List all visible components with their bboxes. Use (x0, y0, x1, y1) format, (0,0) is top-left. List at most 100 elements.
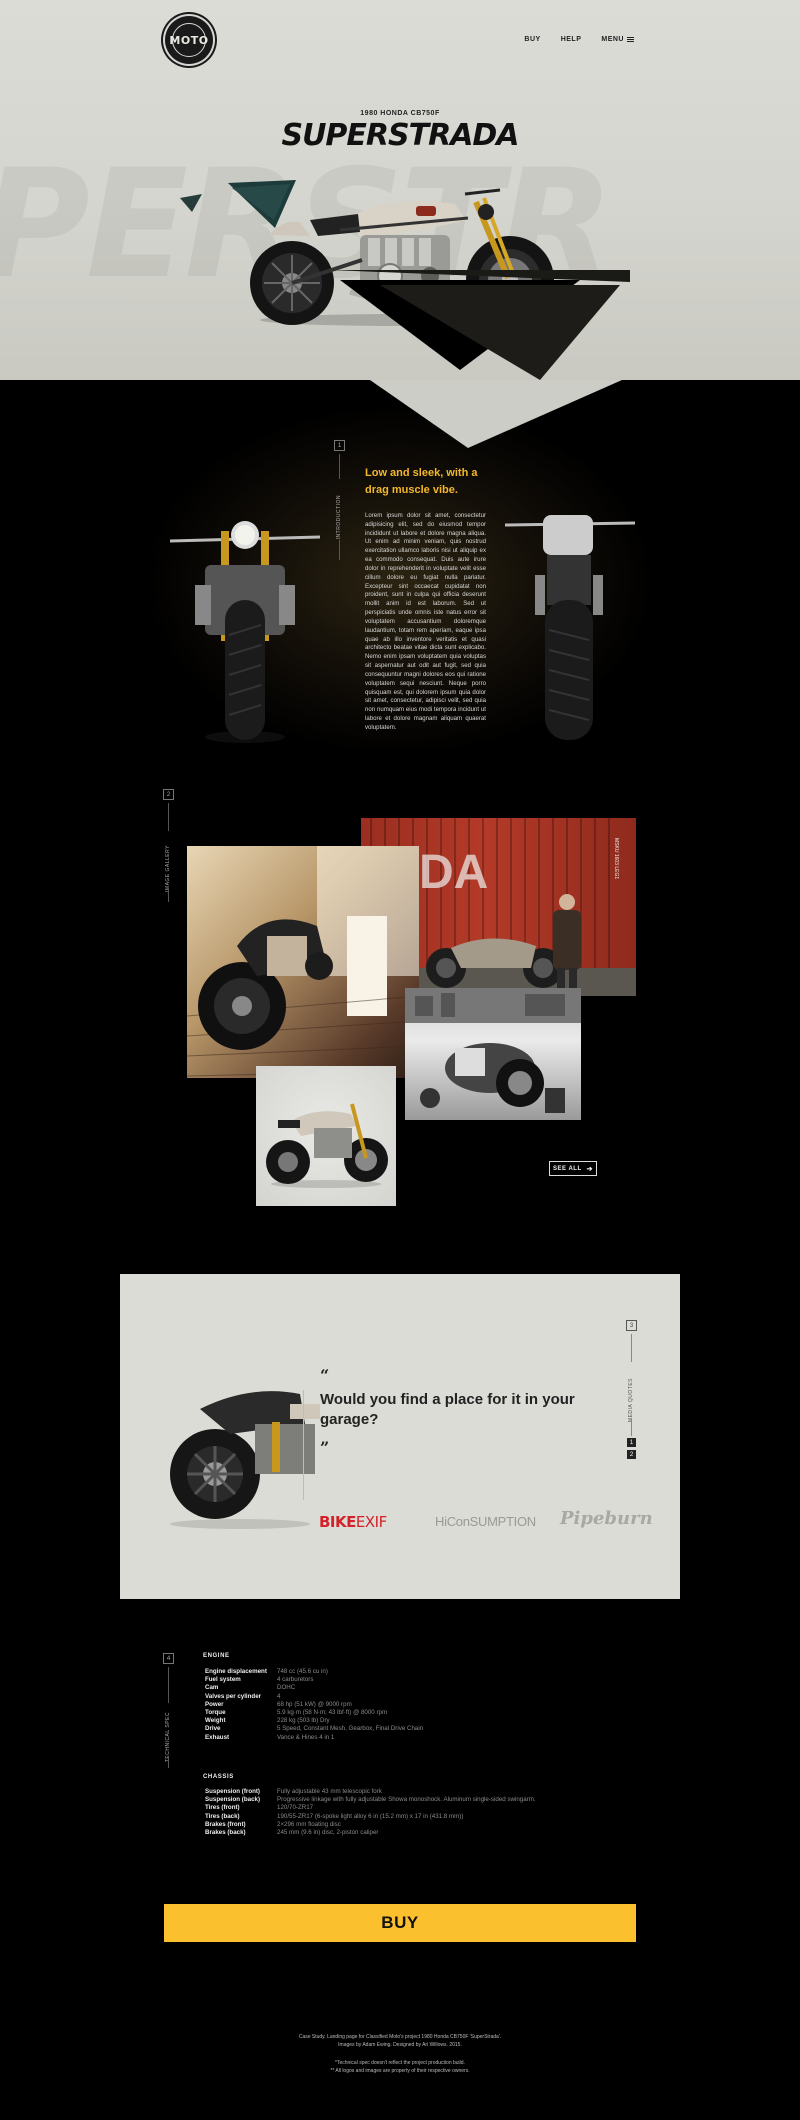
gallery-divider-line-lower (168, 890, 169, 902)
nav-buy-link[interactable]: BUY (524, 36, 540, 43)
quote-open-mark: “ (320, 1366, 330, 1385)
spec-value: 5 Speed, Constant Mesh, Gearbox, Final D… (277, 1725, 424, 1733)
spec-value: 120/70-ZR17 (277, 1804, 314, 1812)
spec-row: Power 68 hp (51 kW) @ 9000 rpm (205, 1701, 352, 1708)
spec-value: 245 mm (9.6 in) disc, 2-piston caliper (277, 1829, 379, 1836)
spec-value: 68 hp (51 kW) @ 9000 rpm (277, 1700, 352, 1708)
container-code: MSKU 1603 LEG1 (613, 838, 619, 879)
spec-key: Brakes (back) (205, 1829, 246, 1836)
intro-section-number: 1 (334, 440, 345, 451)
spec-value: 2×296 mm floating disc (277, 1820, 341, 1828)
footer-line-3: *Technical spec doesn't reflect the proj… (335, 2060, 465, 2066)
bikeexif-logo-light: EXIF (355, 1513, 387, 1531)
hero-dark-wedge (380, 285, 620, 380)
spec-key: Torque (205, 1709, 226, 1716)
spec-key: Suspension (back) (205, 1796, 261, 1804)
spec-key: Cam (205, 1684, 219, 1692)
spec-row: Weight 228 kg (503 lb) Dry (205, 1717, 330, 1724)
see-all-button[interactable]: SEE ALL ➔ (549, 1161, 597, 1176)
spec-value: Progressive linkage with fully adjustabl… (277, 1796, 536, 1804)
spec-value: DOHC (277, 1684, 296, 1692)
spec-value: Vance & Hines 4 in 1 (277, 1733, 335, 1741)
photo-garage-scene (187, 846, 419, 1077)
quote-motorcycle-image (170, 1391, 320, 1529)
specs-divider-line-lower (168, 1758, 169, 1768)
gallery-photo-garage[interactable] (187, 846, 419, 1078)
intro-heading: Low and sleek, with a drag muscle vibe. (365, 467, 478, 496)
hero-light-triangle (370, 380, 622, 448)
spec-row: Suspension (back) Progressive linkage wit… (205, 1796, 536, 1803)
spec-row: Brakes (back) 245 mm (9.6 in) disc, 2-pis… (205, 1829, 378, 1836)
quote-section-label: MEDIA QUOTES (628, 1378, 634, 1423)
logo-text: MOTO (169, 33, 209, 47)
moto-logo[interactable]: MOTO (165, 16, 213, 64)
arrow-right-icon: ➔ (586, 1165, 593, 1173)
nav-help-link[interactable]: HELP (561, 36, 582, 43)
spec-row: Suspension (front) Fully adjustable 43 mm… (205, 1788, 382, 1795)
hamburger-icon (627, 37, 634, 42)
gallery-photo-workshop[interactable] (405, 988, 581, 1120)
hero-title: SUPERSTRADA (281, 118, 519, 153)
specs-divider-line (168, 1667, 169, 1703)
spec-key: Engine displacement (205, 1668, 267, 1675)
intro-section-label: INTRODUCTION (336, 495, 342, 540)
buy-button[interactable]: BUY (164, 1904, 636, 1942)
bikeexif-logo-bold: BIKE (319, 1513, 356, 1531)
spec-row: Fuel system 4 carburetors (205, 1676, 313, 1683)
spec-value: 5.9 kg·m (58 N·m; 43 lbf·ft) @ 8000 rpm (277, 1709, 388, 1716)
quote-text: Would you find a place for it in your ga… (320, 1391, 575, 1428)
footer-line-4: ** All logos and images are property of … (330, 2068, 470, 2074)
motorcycle-rear-view-image (505, 515, 635, 740)
quote-section-number: 3 (626, 1320, 637, 1331)
top-nav: BUY HELP MENU (524, 36, 634, 43)
quote-vertical-line-lower (631, 1418, 632, 1436)
hiconsumption-logo-prefix: Hi (435, 1514, 447, 1529)
spec-value: 190/55-ZR17 (6-spoke light alloy 6 in (1… (277, 1812, 464, 1820)
spec-row: Drive 5 Speed, Constant Mesh, Gearbox, Fi… (205, 1725, 423, 1732)
pipeburn-logo[interactable]: Pipeburn (560, 1508, 653, 1529)
photo-workshop-scene (405, 988, 581, 1113)
spec-key: Tires (back) (205, 1812, 240, 1820)
nav-menu-button[interactable]: MENU (601, 36, 634, 43)
chassis-title: CHASSIS (203, 1774, 234, 1780)
spec-value: 748 cc (45.6 cu in) (277, 1668, 328, 1675)
hero-subtitle: 1980 HONDA CB750F (360, 110, 440, 117)
see-all-label: SEE ALL (553, 1165, 582, 1172)
spec-value: 228 kg (503 lb) Dry (277, 1717, 330, 1725)
gallery-divider-line (168, 803, 169, 831)
spec-key: Exhaust (205, 1733, 230, 1741)
hiconsumption-logo[interactable]: HiConSUMPTION (435, 1514, 536, 1529)
spec-row: Tires (front) 120/70-ZR17 (205, 1804, 313, 1811)
spec-row: Brakes (front) 2×296 mm floating disc (205, 1821, 341, 1828)
container-letters: DA (419, 846, 488, 899)
specs-section-number: 4 (163, 1653, 174, 1664)
quote-page-indicator-1[interactable]: 1 (627, 1438, 636, 1447)
intro-body: Lorem ipsum dolor sit amet, consectetur … (365, 512, 486, 731)
motorcycle-front-view-image (169, 521, 321, 743)
spec-key: Brakes (front) (205, 1820, 246, 1828)
gallery-section-number: 2 (163, 789, 174, 800)
nav-menu-label: MENU (601, 36, 624, 43)
quote-close-mark: ” (320, 1438, 330, 1457)
spec-key: Valves per cylinder (205, 1692, 262, 1700)
spec-key: Weight (205, 1717, 226, 1725)
gallery-photo-studio[interactable] (256, 1066, 396, 1206)
footer-line-1: Case Study. Landing page for Classified … (298, 2034, 502, 2040)
spec-row: Engine displacement 748 cc (45.6 cu in) (205, 1668, 328, 1675)
footer-line-2: Images by Adam Ewing. Designed by Ari Wi… (338, 2042, 462, 2048)
spec-key: Fuel system (205, 1676, 241, 1684)
hiconsumption-logo-text: ConSUMPTION (446, 1514, 536, 1529)
spec-row: Cam DOHC (205, 1684, 295, 1691)
intro-divider-line-lower (339, 540, 340, 560)
intro-divider-line (339, 454, 340, 479)
specs-section-label: TECHNICAL SPEC (165, 1712, 171, 1763)
spec-value: Fully adjustable 43 mm telescopic fork (277, 1788, 382, 1795)
spec-key: Drive (205, 1725, 221, 1733)
gallery-section-label: IMAGE GALLERY (165, 845, 171, 892)
spec-key: Power (205, 1700, 224, 1708)
spec-row: Tires (back) 190/55-ZR17 (6-spoke light a… (205, 1813, 463, 1820)
spec-value: 4 carburetors (277, 1676, 314, 1684)
quote-vertical-line (631, 1334, 632, 1362)
bikeexif-logo[interactable]: BIKEEXIF (319, 1513, 387, 1531)
quote-page-indicator-2[interactable]: 2 (627, 1450, 636, 1459)
